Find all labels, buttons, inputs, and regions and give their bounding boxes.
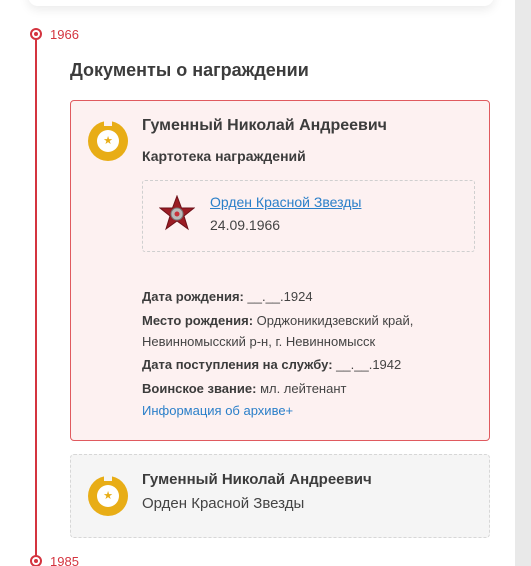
award-document-card[interactable]: ★ Гуменный Николай Андреевич Картотека н…	[70, 100, 490, 441]
birth-place-row: Место рождения: Орджоникидзевский край, …	[142, 310, 413, 352]
order-date: 24.09.1966	[210, 217, 281, 233]
birth-place-value-line2: Невинномысский р-н, г. Невинномысск	[142, 334, 376, 349]
birth-date-label: Дата рождения:	[142, 289, 244, 304]
rank-label: Воинское звание:	[142, 381, 257, 396]
red-star-order-icon	[159, 195, 195, 231]
order-box: Орден Красной Звезды 24.09.1966	[142, 180, 475, 252]
person-name[interactable]: Гуменный Николай Андреевич	[142, 117, 387, 135]
year-label-top: 1966	[50, 27, 79, 42]
card-subtitle: Картотека награждений	[142, 148, 306, 164]
timeline-dot-bottom	[30, 555, 42, 566]
rank-row: Воинское звание: мл. лейтенант	[142, 378, 346, 399]
timeline-line	[35, 34, 37, 564]
timeline-dot-top	[30, 28, 42, 40]
person-name[interactable]: Гуменный Николай Андреевич	[142, 471, 372, 488]
birth-place-label: Место рождения:	[142, 313, 254, 328]
medal-icon: ★	[88, 475, 128, 516]
page-content: 1966 Документы о награждении ★ Гуменный …	[0, 0, 515, 566]
year-label-bottom: 1985	[50, 554, 79, 566]
award-summary-card[interactable]: ★ Гуменный Николай Андреевич Орден Красн…	[70, 454, 490, 538]
medal-icon: ★	[88, 120, 128, 161]
section-title: Документы о награждении	[70, 60, 309, 80]
birth-place-value-line1: Орджоникидзевский край,	[256, 313, 414, 328]
archive-info-link[interactable]: Информация об архиве+	[142, 403, 293, 418]
service-date-label: Дата поступления на службу:	[142, 357, 333, 372]
service-date-value: __.__.1942	[336, 357, 402, 372]
order-link[interactable]: Орден Красной Звезды	[210, 194, 361, 210]
rank-value: мл. лейтенант	[260, 381, 347, 396]
order-name: Орден Красной Звезды	[142, 495, 305, 512]
previous-card-edge	[28, 0, 494, 6]
service-date-row: Дата поступления на службу: __.__.1942	[142, 354, 401, 375]
birth-date-value: __.__.1924	[247, 289, 313, 304]
birth-date-row: Дата рождения: __.__.1924	[142, 286, 313, 307]
